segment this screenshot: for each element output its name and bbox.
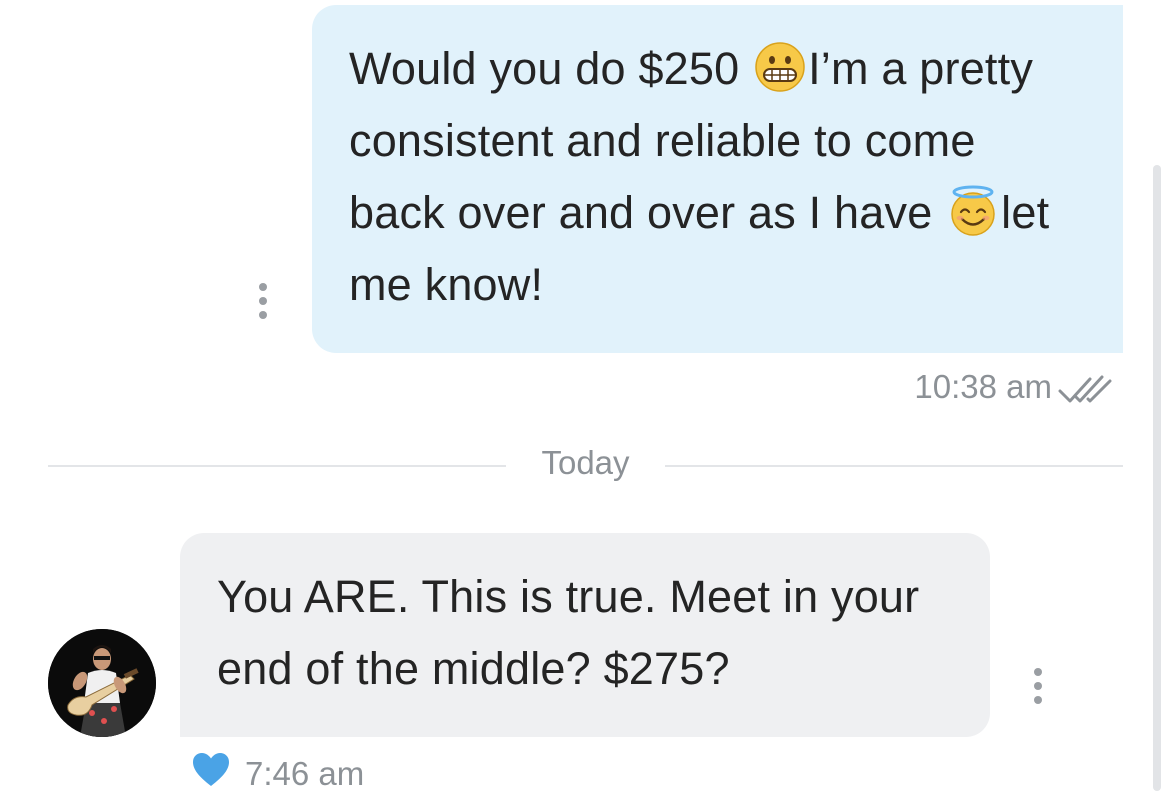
avatar-photo — [48, 629, 156, 737]
incoming-message-bubble[interactable]: You ARE. This is true. Meet in your end … — [180, 533, 990, 737]
outgoing-message-time: 10:38 am — [914, 368, 1052, 405]
incoming-message-time: 7:46 am — [245, 755, 365, 791]
date-divider-line — [665, 465, 1123, 467]
incoming-message-more-icon[interactable] — [1033, 668, 1043, 704]
chat-screen: Would you do $250 I’m a pretty consisten… — [0, 0, 1170, 791]
scrollbar[interactable] — [1153, 165, 1161, 791]
message-line: me know! — [349, 259, 544, 310]
grimacing-face-icon — [755, 42, 805, 92]
message-line: You ARE. This is true. Meet in your — [217, 571, 920, 622]
message-line: back over and over as I have let — [349, 185, 1050, 238]
sender-avatar[interactable] — [48, 629, 156, 737]
message-line: consistent and reliable to come — [349, 115, 976, 166]
heart-icon[interactable] — [192, 752, 230, 788]
date-divider-line — [48, 465, 506, 467]
message-line: end of the middle? $275? — [217, 643, 730, 694]
incoming-message-text: You ARE. This is true. Meet in your end … — [217, 561, 960, 705]
outgoing-message-text: Would you do $250 I’m a pretty consisten… — [349, 33, 1093, 321]
outgoing-message-more-icon[interactable] — [258, 283, 268, 319]
outgoing-message-bubble[interactable]: Would you do $250 I’m a pretty consisten… — [312, 5, 1123, 353]
message-line: Would you do $250 I’m a pretty — [349, 42, 1034, 94]
smiling-face-with-halo-icon — [951, 185, 995, 236]
date-divider-label: Today — [541, 444, 630, 481]
double-check-icon — [1058, 375, 1112, 403]
